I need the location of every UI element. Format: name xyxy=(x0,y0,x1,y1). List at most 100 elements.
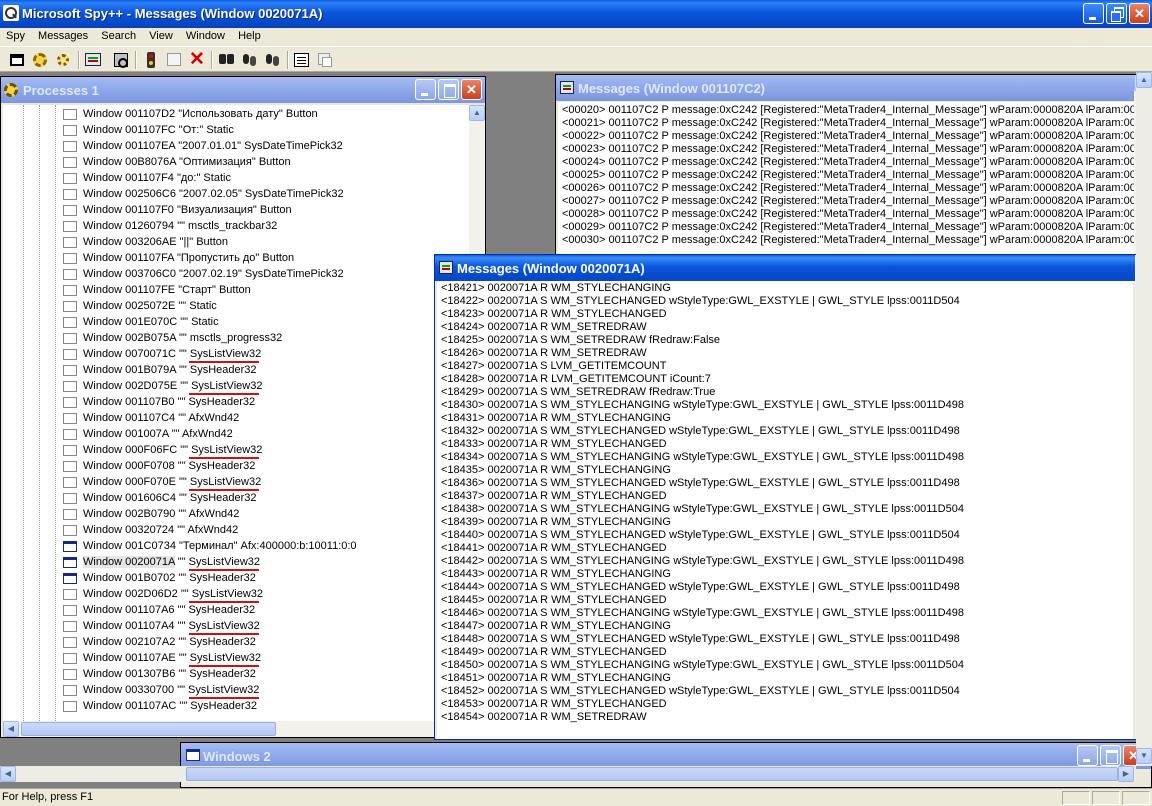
tree-item[interactable]: Window 003206AE "||" Button xyxy=(61,235,461,251)
menu-view[interactable]: View xyxy=(144,28,178,42)
message-line[interactable]: <18439> 0020071A R WM_STYLECHANGING xyxy=(441,516,671,529)
message-line[interactable]: <18422> 0020071A S WM_STYLECHANGED wStyl… xyxy=(441,295,960,308)
messages-fg-titlebar[interactable]: Messages (Window 0020071A) xyxy=(435,255,1151,281)
tree-item[interactable]: Window 00B8076A "Оптимизация" Button xyxy=(61,155,461,171)
toolbar-find-prev-button[interactable] xyxy=(264,51,282,69)
message-line[interactable]: <18441> 0020071A R WM_STYLECHANGED xyxy=(441,542,667,555)
messages-window-001107C2[interactable]: Messages (Window 001107C2) <00020> 00110… xyxy=(555,74,1152,259)
toolbar-find-next-button[interactable] xyxy=(241,51,259,69)
message-line[interactable]: <18433> 0020071A R WM_STYLECHANGED xyxy=(441,438,667,451)
tree-item[interactable]: Window 01260794 "" msctls_trackbar32 xyxy=(61,219,461,235)
mdi-hscroll-thumb[interactable] xyxy=(186,767,1118,781)
toolbar-processes-button[interactable] xyxy=(31,51,49,69)
message-line[interactable]: <18445> 0020071A R WM_STYLECHANGED xyxy=(441,594,667,607)
message-line[interactable]: <18446> 0020071A S WM_STYLECHANGING wSty… xyxy=(441,607,964,620)
toolbar-windows-button[interactable] xyxy=(8,51,26,69)
menu-search[interactable]: Search xyxy=(96,28,141,42)
tree-item[interactable]: Window 001C0734 "Терминал" Afx:400000:b:… xyxy=(61,539,461,555)
message-line[interactable]: <00026> 001107C2 P message:0xC242 [Regis… xyxy=(562,182,1134,195)
tree-item[interactable]: Window 001307B6 "" SysHeader32 xyxy=(61,667,461,683)
close-button[interactable]: ✕ xyxy=(1129,3,1150,24)
processes-hscroll-thumb[interactable] xyxy=(21,722,276,736)
message-line[interactable]: <18453> 0020071A R WM_STYLECHANGED xyxy=(441,698,667,711)
tree-item[interactable]: Window 002107A2 "" SysHeader32 xyxy=(61,635,461,651)
tree-item[interactable]: Window 0070071C "" SysListView32 xyxy=(61,347,461,363)
message-line[interactable]: <18424> 0020071A R WM_SETREDRAW xyxy=(441,321,647,334)
messages-bg-titlebar[interactable]: Messages (Window 001107C2) xyxy=(556,75,1151,101)
tree-item[interactable]: Window 001107FA "Пропустить до" Button xyxy=(61,251,461,267)
message-line[interactable]: <18437> 0020071A R WM_STYLECHANGED xyxy=(441,490,667,503)
tree-item[interactable]: Window 001107A6 "" SysHeader32 xyxy=(61,603,461,619)
tree-item[interactable]: Window 001107D2 "Использовать дату" Butt… xyxy=(61,107,461,123)
mdi-vscrollbar[interactable]: ▲ ▼ xyxy=(1136,72,1152,766)
toolbar-clear-button[interactable]: ✕ xyxy=(188,49,206,70)
toolbar-threads-button[interactable] xyxy=(54,51,72,69)
message-line[interactable]: <18429> 0020071A S WM_SETREDRAW fRedraw:… xyxy=(441,386,715,399)
tree-item[interactable]: Window 001107FE "Старт" Button xyxy=(61,283,461,299)
message-line[interactable]: <18426> 0020071A R WM_SETREDRAW xyxy=(441,347,647,360)
message-line[interactable]: <00021> 001107C2 P message:0xC242 [Regis… xyxy=(562,117,1134,130)
tree-item[interactable]: Window 00330700 "" SysListView32 xyxy=(61,683,461,699)
message-line[interactable]: <18427> 0020071A S LVM_GETITEMCOUNT xyxy=(441,360,666,373)
toolbar-log-messages-button[interactable] xyxy=(84,51,102,69)
messages-bg-list[interactable]: <00020> 001107C2 P message:0xC242 [Regis… xyxy=(558,102,1134,258)
processes-minimize-button[interactable] xyxy=(415,79,436,100)
message-line[interactable]: <00025> 001107C2 P message:0xC242 [Regis… xyxy=(562,169,1134,182)
restore-button[interactable] xyxy=(1106,3,1127,24)
toolbar-find-button[interactable] xyxy=(218,51,236,69)
processes-close-button[interactable]: ✕ xyxy=(461,79,482,100)
tree-item[interactable]: Window 001107F0 "Визуализация" Button xyxy=(61,203,461,219)
tree-item[interactable]: Window 00320724 "" AfxWnd42 xyxy=(61,523,461,539)
message-line[interactable]: <18434> 0020071A S WM_STYLECHANGING wSty… xyxy=(441,451,964,464)
menu-help[interactable]: Help xyxy=(233,28,266,42)
message-line[interactable]: <18425> 0020071A S WM_SETREDRAW fRedraw:… xyxy=(441,334,720,347)
scroll-left-button[interactable]: ◀ xyxy=(0,766,16,782)
message-line[interactable]: <18432> 0020071A S WM_STYLECHANGED wStyl… xyxy=(441,425,960,438)
message-line[interactable]: <18448> 0020071A S WM_STYLECHANGED wStyl… xyxy=(441,633,960,646)
tree-item[interactable]: Window 001B079A "" SysHeader32 xyxy=(61,363,461,379)
message-line[interactable]: <18454> 0020071A R WM_SETREDRAW xyxy=(441,711,647,724)
scroll-right-button[interactable]: ▶ xyxy=(1118,766,1134,782)
scroll-down-button[interactable]: ▼ xyxy=(1136,748,1152,764)
processes-hscrollbar[interactable]: ◀ xyxy=(3,721,469,737)
mdi-hscrollbar[interactable]: ◀ ▶ xyxy=(0,766,1136,782)
message-line[interactable]: <00024> 001107C2 P message:0xC242 [Regis… xyxy=(562,156,1134,169)
tree-item[interactable]: Window 000F06FC "" SysListView32 xyxy=(61,443,461,459)
message-line[interactable]: <00027> 001107C2 P message:0xC242 [Regis… xyxy=(562,195,1134,208)
message-line[interactable]: <18428> 0020071A R LVM_GETITEMCOUNT iCou… xyxy=(441,373,711,386)
scroll-left-button[interactable]: ◀ xyxy=(3,721,19,737)
message-line[interactable]: <00028> 001107C2 P message:0xC242 [Regis… xyxy=(562,208,1134,221)
message-line[interactable]: <00029> 001107C2 P message:0xC242 [Regis… xyxy=(562,221,1134,234)
toolbar-stop-logging-button[interactable] xyxy=(142,51,160,69)
tree-item[interactable]: Window 001107AC "" SysHeader32 xyxy=(61,699,461,715)
processes-tree[interactable]: Window 001107D2 "Использовать дату" Butt… xyxy=(3,105,469,721)
menu-window[interactable]: Window xyxy=(181,28,230,42)
message-line[interactable]: <18431> 0020071A R WM_STYLECHANGING xyxy=(441,412,671,425)
message-line[interactable]: <18444> 0020071A S WM_STYLECHANGED wStyl… xyxy=(441,581,960,594)
toolbar-properties-button[interactable] xyxy=(293,51,311,69)
message-line[interactable]: <00022> 001107C2 P message:0xC242 [Regis… xyxy=(562,130,1134,143)
tree-item[interactable]: Window 001107A4 "" SysListView32 xyxy=(61,619,461,635)
tree-item[interactable]: Window 001E070C "" Static xyxy=(61,315,461,331)
tree-item[interactable]: Window 0025072E "" Static xyxy=(61,299,461,315)
menu-messages[interactable]: Messages xyxy=(33,28,93,42)
tree-item[interactable]: Window 003706C0 "2007.02.19" SysDateTime… xyxy=(61,267,461,283)
tree-item[interactable]: Window 000F070E "" SysListView32 xyxy=(61,475,461,491)
message-line[interactable]: <18442> 0020071A S WM_STYLECHANGING wSty… xyxy=(441,555,964,568)
tree-item[interactable]: Window 002B0790 "" AfxWnd42 xyxy=(61,507,461,523)
tree-item[interactable]: Window 001107C4 "" AfxWnd42 xyxy=(61,411,461,427)
message-line[interactable]: <00020> 001107C2 P message:0xC242 [Regis… xyxy=(562,104,1134,117)
toolbar-options-button[interactable] xyxy=(165,51,183,69)
processes-titlebar[interactable]: Processes 1 ✕ xyxy=(1,77,485,103)
tree-item[interactable]: Window 001007A "" AfxWnd42 xyxy=(61,427,461,443)
scroll-up-button[interactable]: ▲ xyxy=(469,105,485,121)
message-line[interactable]: <18435> 0020071A R WM_STYLECHANGING xyxy=(441,464,671,477)
minimize-button[interactable] xyxy=(1083,3,1104,24)
tree-item[interactable]: Window 002506C6 "2007.02.05" SysDateTime… xyxy=(61,187,461,203)
windows-2-maximize-button[interactable] xyxy=(1100,745,1121,766)
message-line[interactable]: <18447> 0020071A R WM_STYLECHANGING xyxy=(441,620,671,633)
message-line[interactable]: <18443> 0020071A R WM_STYLECHANGING xyxy=(441,568,671,581)
message-line[interactable]: <18450> 0020071A S WM_STYLECHANGING wSty… xyxy=(441,659,964,672)
message-line[interactable]: <18451> 0020071A R WM_STYLECHANGING xyxy=(441,672,671,685)
message-line[interactable]: <18423> 0020071A R WM_STYLECHANGED xyxy=(441,308,667,321)
